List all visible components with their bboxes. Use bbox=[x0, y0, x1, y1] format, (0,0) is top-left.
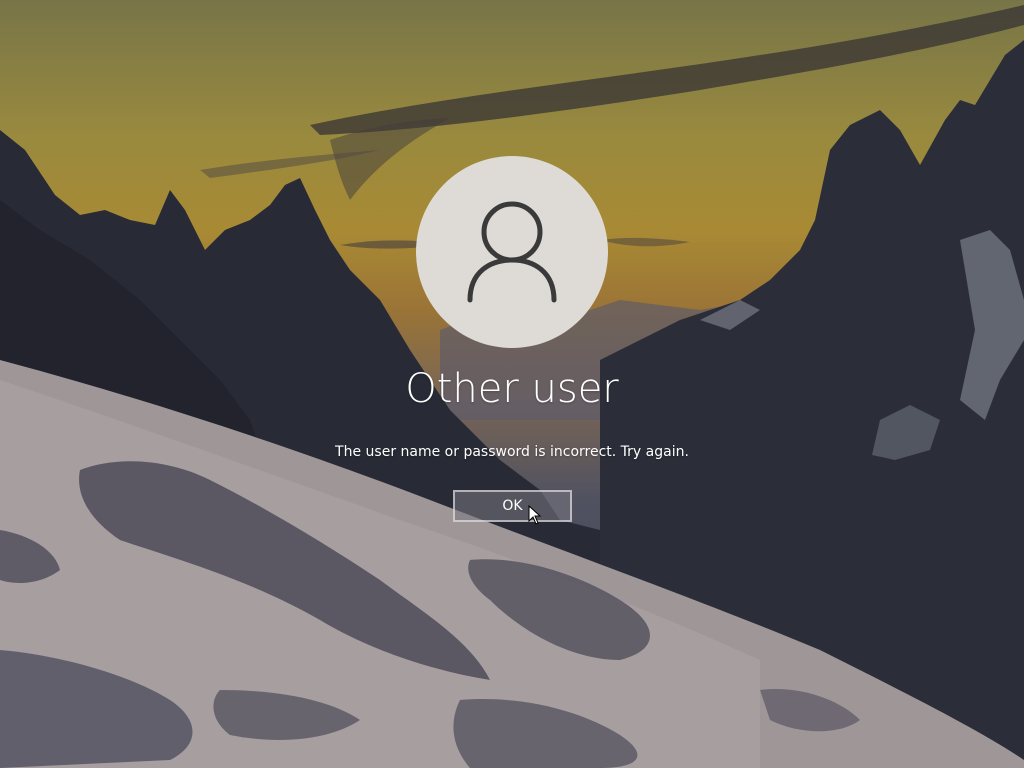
ok-button-label: OK bbox=[502, 498, 523, 514]
user-silhouette-icon bbox=[467, 201, 557, 303]
user-name-label: Other user bbox=[405, 366, 619, 412]
user-avatar bbox=[416, 156, 608, 348]
lock-screen: Other user The user name or password is … bbox=[0, 0, 1024, 768]
ok-button[interactable]: OK bbox=[453, 490, 572, 522]
error-message: The user name or password is incorrect. … bbox=[335, 444, 689, 460]
